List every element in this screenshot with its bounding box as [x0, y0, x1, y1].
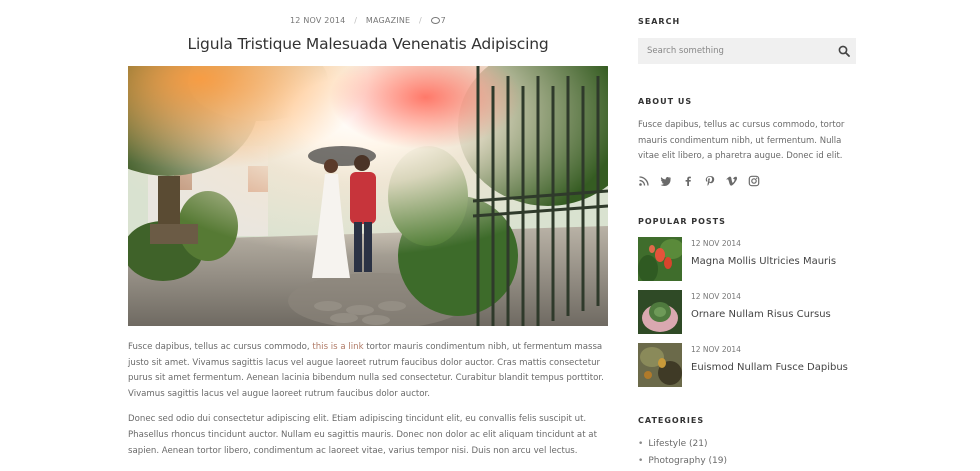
search-input[interactable]	[638, 38, 827, 64]
twitter-icon[interactable]	[660, 175, 672, 187]
instagram-icon[interactable]	[748, 175, 760, 187]
popular-post-date: 12 NOV 2014	[691, 345, 741, 354]
inline-link[interactable]: this is a link	[312, 342, 363, 352]
pinterest-icon[interactable]	[704, 175, 716, 187]
about-text: Fusce dapibus, tellus ac cursus commodo,…	[638, 120, 845, 161]
wedding-photo	[128, 66, 608, 326]
post-date[interactable]: 12 NOV 2014	[290, 16, 345, 25]
categories-widget-title: CATEGORIES	[638, 416, 705, 425]
meta-separator: /	[419, 16, 422, 25]
popular-post-item[interactable]: 12 NOV 2014 Euismod Nullam Fusce Dapibus	[638, 343, 856, 387]
paragraph-text: Fusce dapibus, tellus ac cursus commodo,	[128, 342, 313, 352]
popular-post-thumbnail[interactable]	[638, 237, 682, 281]
popular-post-title[interactable]: Ornare Nullam Risus Cursus	[691, 309, 831, 320]
post-paragraph-2: Donec sed odio dui consectetur adipiscin…	[128, 414, 597, 456]
facebook-icon[interactable]	[682, 175, 694, 187]
about-widget-title: ABOUT US	[638, 97, 693, 106]
popular-post-thumbnail[interactable]	[638, 343, 682, 387]
popular-post-title[interactable]: Magna Mollis Ultricies Mauris	[691, 256, 836, 267]
search-widget-title: SEARCH	[638, 17, 681, 26]
category-item-lifestyle[interactable]: Lifestyle (21)	[638, 436, 856, 453]
post-meta: 12 NOV 2014 / MAGAZINE / 7	[128, 16, 608, 25]
post-comments-link[interactable]: 7	[430, 16, 446, 25]
vimeo-icon[interactable]	[726, 175, 738, 187]
rss-icon[interactable]	[638, 175, 650, 187]
meta-separator: /	[354, 16, 358, 25]
autumn-branch-photo	[638, 343, 682, 387]
tulips-photo	[638, 237, 682, 281]
popular-post-item[interactable]: 12 NOV 2014 Ornare Nullam Risus Cursus	[638, 290, 856, 334]
post-paragraph-1: Fusce dapibus, tellus ac cursus commodo,…	[128, 340, 608, 402]
post-featured-image[interactable]	[128, 66, 608, 326]
post-title[interactable]: Ligula Tristique Malesuada Venenatis Adi…	[128, 35, 608, 53]
post-comment-count: 7	[440, 16, 446, 25]
comment-icon	[430, 17, 440, 24]
popular-post-title[interactable]: Euismod Nullam Fusce Dapibus	[691, 362, 848, 373]
social-links	[638, 175, 760, 187]
popular-post-thumbnail[interactable]	[638, 290, 682, 334]
search-icon[interactable]	[838, 45, 850, 57]
blog-page: 12 NOV 2014 / MAGAZINE / 7 Ligula Tristi…	[0, 0, 980, 471]
search-box	[638, 38, 856, 64]
hands-plant-photo	[638, 290, 682, 334]
category-item-photography[interactable]: Photography (19)	[638, 453, 856, 470]
post-category[interactable]: MAGAZINE	[366, 16, 410, 25]
categories-list: Lifestyle (21) Photography (19)	[638, 436, 856, 469]
post-body: Fusce dapibus, tellus ac cursus commodo,…	[128, 340, 608, 469]
popular-post-date: 12 NOV 2014	[691, 292, 741, 301]
popular-post-date: 12 NOV 2014	[691, 239, 741, 248]
popular-widget-title: POPULAR POSTS	[638, 217, 726, 226]
popular-post-item[interactable]: 12 NOV 2014 Magna Mollis Ultricies Mauri…	[638, 237, 856, 281]
